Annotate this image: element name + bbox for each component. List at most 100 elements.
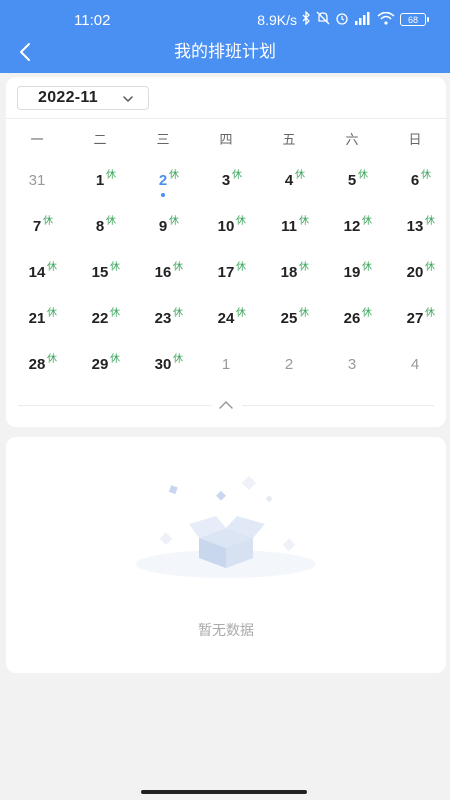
empty-state-text: 暂无数据 [198,623,254,639]
month-selector[interactable]: 2022-11 [17,86,149,110]
day-number: 5 [347,172,357,189]
rest-badge: 休 [47,262,57,273]
calendar-day[interactable]: 6休 [384,167,446,207]
rest-badge: 休 [362,216,372,227]
day-number: 31 [28,172,46,189]
day-number: 21 [28,310,46,327]
day-number: 12 [343,218,361,235]
divider [242,405,434,406]
rest-badge: 休 [110,262,120,273]
day-number: 24 [217,310,235,327]
calendar-day[interactable]: 1休 [69,167,131,207]
calendar-day[interactable]: 31 [6,167,68,207]
day-number: 1 [95,172,105,189]
calendar-day[interactable]: 28 休 [6,351,68,391]
chevron-up-icon[interactable] [218,399,234,411]
rest-badge: 休 [106,170,116,181]
calendar-day[interactable]: 22 休 [69,305,131,345]
day-number: 3 [347,356,357,373]
calendar-day[interactable]: 14 休 [6,259,68,299]
mute-icon [316,11,330,28]
calendar-day[interactable]: 3 [321,351,383,391]
rest-badge: 休 [358,170,368,181]
day-number: 16 [154,264,172,281]
app-header: 11:02 8.9K/s 68 我的排班计划 [0,0,450,73]
calendar-day[interactable]: 23 休 [132,305,194,345]
rest-badge: 休 [43,216,53,227]
calendar-day[interactable]: 24 休 [195,305,257,345]
day-number: 7 [32,218,42,235]
calendar-day[interactable]: 1 [195,351,257,391]
calendar-day[interactable]: 25 休 [258,305,320,345]
battery-icon: 68 [400,13,429,26]
rest-badge: 休 [295,170,305,181]
calendar-day[interactable]: 2 [258,351,320,391]
rest-badge: 休 [169,216,179,227]
status-time: 11:02 [74,12,111,29]
day-number: 1 [221,356,231,373]
calendar-day[interactable]: 9休 [132,213,194,253]
rest-badge: 休 [110,308,120,319]
day-number: 18 [280,264,298,281]
rest-badge: 休 [47,354,57,365]
rest-badge: 休 [106,216,116,227]
calendar-day[interactable]: 5休 [321,167,383,207]
day-number: 23 [154,310,172,327]
calendar-day[interactable]: 26 休 [321,305,383,345]
calendar-day[interactable]: 15 休 [69,259,131,299]
home-indicator[interactable] [141,790,307,794]
calendar-day[interactable]: 18 休 [258,259,320,299]
rest-badge: 休 [299,262,309,273]
calendar-card: 2022-11 一二三四五六日 31 1 休 2 休 3 休 4 休 5 休 6 休 7 休 8 休 9 休 10 休 1… [6,77,446,427]
calendar-day[interactable]: 11 休 [258,213,320,253]
weekday-label: 一 [30,133,44,148]
calendar-day[interactable]: 4 [384,351,446,391]
day-number: 29 [91,356,109,373]
calendar-day[interactable]: 12 休 [321,213,383,253]
day-number: 13 [406,218,424,235]
status-icons: 8.9K/s 68 [257,10,429,28]
page-title: 我的排班计划 [174,42,276,62]
today-indicator [161,193,165,197]
calendar-day[interactable]: 17 休 [195,259,257,299]
calendar-day[interactable]: 8休 [69,213,131,253]
month-value: 2022-11 [38,89,98,106]
weekday-label: 四 [219,133,233,148]
rest-badge: 休 [421,170,431,181]
chevron-down-icon [123,96,133,102]
calendar-day[interactable]: 13 休 [384,213,446,253]
calendar-day[interactable]: 3休 [195,167,257,207]
rest-badge: 休 [299,216,309,227]
calendar-grid: 31 1 休 2 休 3 休 4 休 5 休 6 休 7 休 8 休 9 休 10 休 11 休 12 休 13 休 14 休 15 休 16… [6,167,446,397]
calendar-day[interactable]: 29 休 [69,351,131,391]
calendar-day[interactable]: 16 休 [132,259,194,299]
divider [6,118,446,119]
day-number: 28 [28,356,46,373]
day-number: 22 [91,310,109,327]
day-number: 4 [284,172,294,189]
calendar-day[interactable]: 21 休 [6,305,68,345]
day-number: 20 [406,264,424,281]
calendar-day[interactable]: 4休 [258,167,320,207]
calendar-day[interactable]: 27 休 [384,305,446,345]
day-number: 10 [217,218,235,235]
calendar-day[interactable]: 20 休 [384,259,446,299]
bluetooth-icon [302,10,311,28]
battery-level: 68 [407,14,418,25]
wifi-icon [377,11,395,28]
day-number: 11 [281,218,297,235]
day-number: 14 [28,264,46,281]
rest-badge: 休 [362,308,372,319]
calendar-day-today[interactable]: 2休 [132,167,194,207]
calendar-day[interactable]: 19 休 [321,259,383,299]
calendar-day[interactable]: 10 休 [195,213,257,253]
calendar-day[interactable]: 30 休 [132,351,194,391]
weekday-header: 一二三四五六日 [6,129,446,149]
day-number: 6 [410,172,420,189]
empty-box-icon [136,475,316,578]
rest-badge: 休 [232,170,242,181]
day-number: 30 [154,356,172,373]
calendar-day[interactable]: 7休 [6,213,68,253]
rest-badge: 休 [173,354,183,365]
weekday-label: 六 [345,133,359,148]
